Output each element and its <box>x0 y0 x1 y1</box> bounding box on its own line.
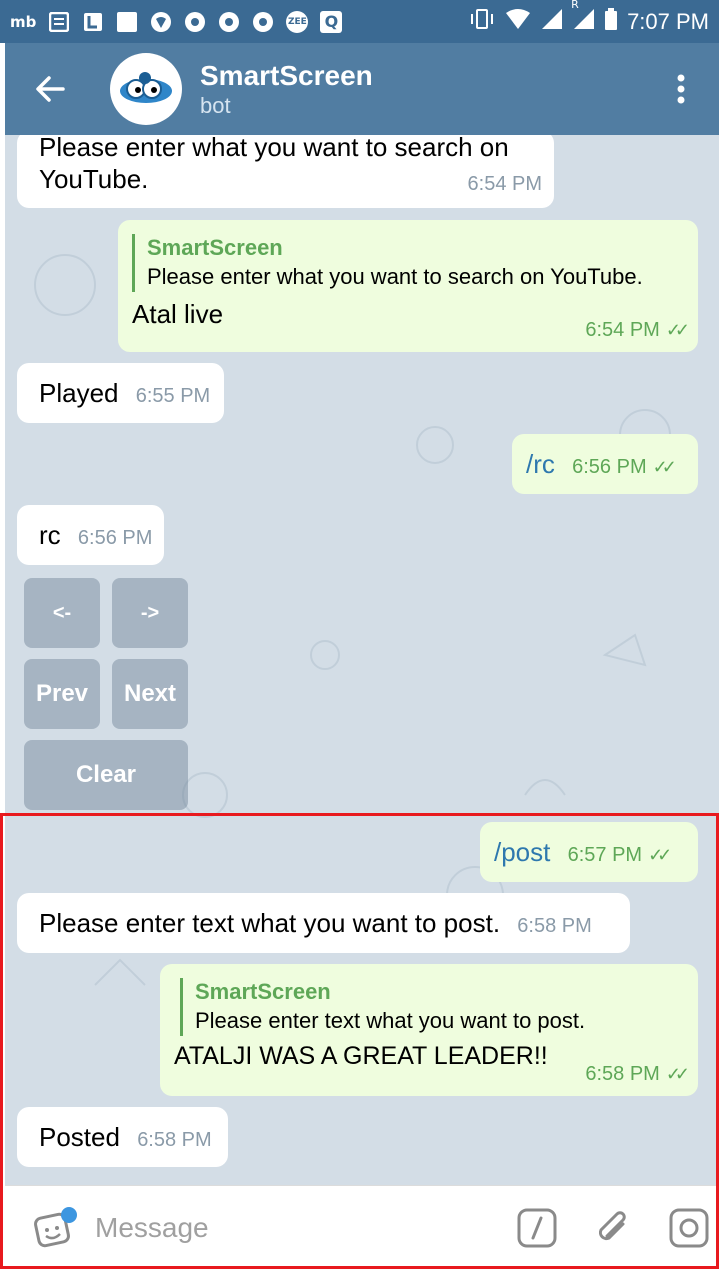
back-button[interactable] <box>5 43 95 135</box>
battery-icon <box>605 8 618 35</box>
paperclip-icon <box>598 1210 626 1240</box>
message-time: 6:58 PM <box>517 915 592 937</box>
q-app-icon: Q <box>320 10 343 33</box>
reply-text: Please enter text what you want to post. <box>195 1008 586 1033</box>
read-ticks-icon: ✓✓ <box>648 845 672 865</box>
message-text: Played <box>39 378 119 408</box>
avatar[interactable] <box>110 53 182 125</box>
command-link[interactable]: /rc <box>526 449 555 479</box>
chat-subtitle: bot <box>200 93 231 118</box>
message-bubble-outgoing[interactable]: /rc 6:56 PM ✓✓ <box>512 434 698 494</box>
reply-quote[interactable]: SmartScreen Please enter text what you w… <box>180 978 684 1036</box>
attach-button[interactable] <box>591 1206 635 1250</box>
keyboard-clear-button[interactable]: Clear <box>24 740 188 810</box>
message-time: 6:56 PM <box>77 527 153 549</box>
message-text: Posted <box>39 1122 120 1152</box>
sticker-button[interactable] <box>27 1198 87 1258</box>
chat-title: SmartScreen <box>200 60 373 91</box>
signal-icon <box>541 8 563 35</box>
vpn-app-icon <box>150 11 172 33</box>
message-time: 6:56 PM <box>572 456 647 478</box>
roaming-signal-icon: R <box>571 0 595 35</box>
l-app-icon <box>82 11 104 33</box>
keyboard-prev-button[interactable]: Prev <box>24 659 100 729</box>
reply-author: SmartScreen <box>195 979 331 1004</box>
notification-icons: mb ZEE Q <box>10 10 343 33</box>
message-time: 6:55 PM <box>135 385 211 407</box>
camera-button[interactable] <box>667 1206 711 1250</box>
sticker-icon <box>34 1206 77 1247</box>
status-bar: mb ZEE Q R 7:07 PM <box>0 0 719 43</box>
message-time: 6:57 PM <box>567 844 643 866</box>
wifi-icon <box>505 8 531 35</box>
message-text: Please enter text what you want to post. <box>39 908 501 938</box>
message-input[interactable] <box>95 1211 455 1244</box>
read-ticks-icon: ✓✓ <box>665 320 690 340</box>
message-time: 6:54 PM <box>467 173 542 195</box>
read-ticks-icon: ✓✓ <box>652 457 677 477</box>
message-text: Please enter what you want to search on … <box>39 135 509 194</box>
read-ticks-icon: ✓✓ <box>665 1064 690 1084</box>
title-block[interactable]: SmartScreen bot <box>200 59 373 119</box>
chat-header: SmartScreen bot <box>5 43 719 135</box>
message-time: 6:58 PM <box>585 1063 660 1085</box>
message-bubble-incoming[interactable]: Please enter what you want to search on … <box>17 135 554 208</box>
message-bubble-incoming[interactable]: rc 6:56 PM <box>17 505 164 565</box>
aperture-app-icon-2 <box>218 11 240 33</box>
message-bubble-incoming[interactable]: Played 6:55 PM <box>17 363 224 423</box>
chat-area[interactable]: Please enter what you want to search on … <box>5 135 719 1185</box>
zee-app-icon: ZEE <box>286 10 309 33</box>
system-status: R 7:07 PM <box>469 0 709 35</box>
slash-command-icon <box>517 1208 557 1247</box>
message-bubble-outgoing[interactable]: /post 6:57 PM ✓✓ <box>480 822 698 882</box>
message-text: rc <box>39 520 61 550</box>
message-meta: 6:58 PM ✓✓ <box>585 1055 690 1090</box>
message-bubble-outgoing[interactable]: SmartScreen Please enter what you want t… <box>118 220 698 352</box>
keyboard-next-button[interactable]: Next <box>112 659 188 729</box>
message-bubble-incoming[interactable]: Posted 6:58 PM <box>17 1107 228 1167</box>
more-options-button[interactable] <box>661 43 701 135</box>
keyboard-right-button[interactable]: -> <box>112 578 188 648</box>
square-app-icon <box>116 11 138 33</box>
message-meta: 6:54 PM ✓✓ <box>585 311 690 346</box>
camera-icon <box>669 1208 709 1247</box>
back-arrow-icon <box>36 76 65 102</box>
message-input-bar <box>5 1185 719 1269</box>
reply-text: Please enter what you want to search on … <box>147 264 643 289</box>
keyboard-left-button[interactable]: <- <box>24 578 100 648</box>
reply-quote[interactable]: SmartScreen Please enter what you want t… <box>132 234 684 292</box>
reply-author: SmartScreen <box>147 235 283 260</box>
aperture-app-icon-3 <box>252 11 274 33</box>
message-time: 6:54 PM <box>585 319 660 341</box>
command-link[interactable]: /post <box>494 837 550 867</box>
clock: 7:07 PM <box>627 8 709 34</box>
bot-commands-button[interactable] <box>515 1206 559 1250</box>
message-bubble-outgoing[interactable]: SmartScreen Please enter text what you w… <box>160 964 698 1096</box>
more-vert-icon <box>677 74 685 104</box>
message-time: 6:58 PM <box>137 1129 212 1151</box>
message-bubble-incoming[interactable]: Please enter text what you want to post.… <box>17 893 630 953</box>
bot-logo-icon <box>120 72 172 103</box>
vibrate-icon <box>469 8 495 35</box>
mb-app-icon: mb <box>10 12 37 31</box>
news-app-icon <box>48 11 70 33</box>
aperture-app-icon-1 <box>184 11 206 33</box>
